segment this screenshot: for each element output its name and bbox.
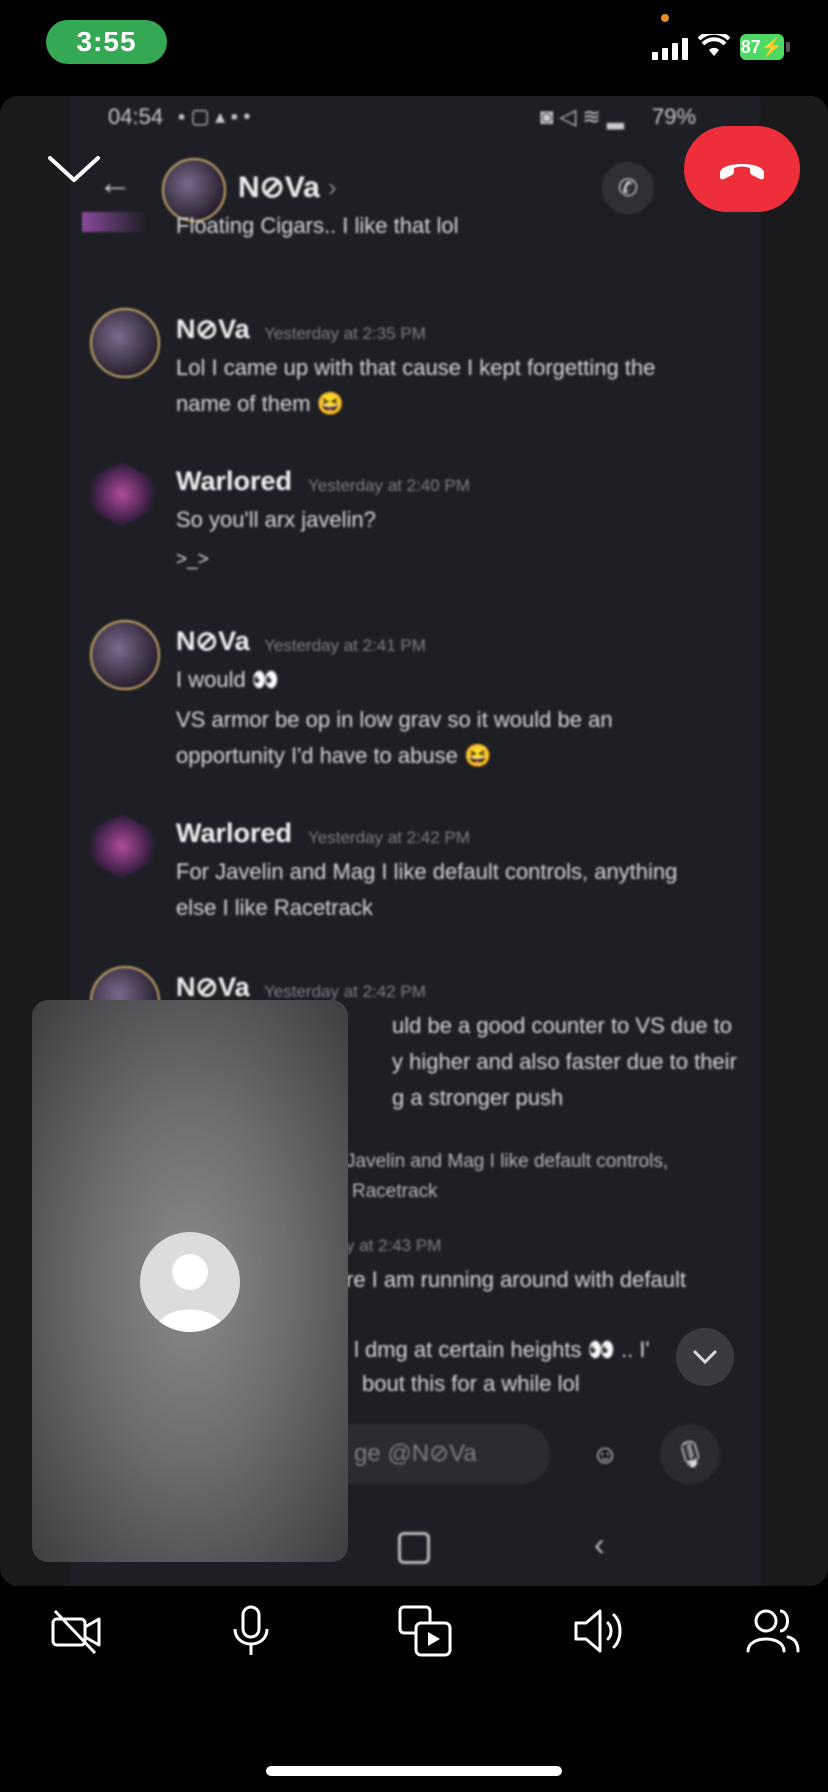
message-avatar[interactable]: [90, 462, 154, 526]
message-timestamp: Yesterday at 2:40 PM: [308, 476, 470, 495]
wifi-icon: [698, 34, 730, 56]
message-line: For Javelin and Mag I like default contr…: [176, 859, 678, 884]
voice-call-icon[interactable]: ✆: [602, 162, 654, 214]
microphone-icon[interactable]: 🎙: [660, 1424, 720, 1484]
message-line: g a stronger push: [392, 1085, 564, 1110]
chevron-down-icon: [693, 1350, 717, 1365]
camera-off-button[interactable]: [42, 1596, 112, 1666]
home-indicator[interactable]: [266, 1766, 562, 1776]
emoji-icon[interactable]: ☺: [575, 1424, 635, 1484]
participants-button[interactable]: [738, 1596, 808, 1666]
message-line: name of them 😆: [176, 391, 345, 416]
message-timestamp: y at 2:43 PM: [346, 1236, 442, 1255]
nav-home-icon[interactable]: [398, 1532, 430, 1564]
message-line: >_>: [176, 549, 209, 570]
battery-tip: [786, 42, 790, 52]
message-line: VS armor be op in low grav so it would b…: [176, 707, 613, 732]
message-avatar[interactable]: [90, 620, 160, 690]
cellular-signal-icon: [652, 38, 688, 60]
self-view-tile[interactable]: [32, 1000, 348, 1562]
message-input-placeholder: ge @N⊘Va: [354, 1440, 477, 1467]
reply-line: Racetrack: [352, 1181, 438, 1202]
person-silhouette-icon: [156, 1254, 224, 1332]
phone-status-icons: ◙ ◁ ≋ ▂: [540, 104, 624, 129]
message-line: opportunity I'd have to abuse 😆: [176, 743, 492, 768]
status-time-text: 3:55: [76, 26, 137, 57]
speaker-icon: [574, 1609, 622, 1653]
message-line: So you'll arx javelin?: [176, 507, 376, 532]
battery-level: 87: [740, 36, 761, 57]
call-toolbar: [0, 1596, 828, 1672]
prev-avatar-fragment: [82, 212, 146, 232]
message-line: else I like Racetrack: [176, 895, 373, 920]
screen-right-margin: [760, 96, 828, 1586]
camera-off-icon: [51, 1609, 101, 1655]
message-avatar[interactable]: [90, 814, 154, 878]
phone-battery: 79%: [652, 104, 697, 129]
nav-back-icon[interactable]: ‹: [594, 1526, 605, 1563]
message-line: bout this for a while lol: [362, 1371, 580, 1396]
hang-up-icon: [720, 164, 764, 180]
phone-notification-icons: ▪ ▢ ▴ ▪ •: [178, 106, 251, 128]
message-timestamp: Yesterday at 2:41 PM: [264, 636, 426, 655]
speaker-button[interactable]: [564, 1596, 634, 1666]
status-time: 3:55: [46, 20, 167, 64]
microphone-icon: [233, 1605, 269, 1655]
message-username[interactable]: N⊘Va: [176, 314, 250, 345]
message-username[interactable]: Warlored: [176, 818, 292, 849]
end-call-button[interactable]: [684, 126, 800, 212]
chat-header-name[interactable]: N⊘Va: [238, 170, 320, 205]
default-avatar: [140, 1232, 240, 1332]
message-timestamp: Yesterday at 2:42 PM: [308, 828, 470, 847]
mic-in-use-indicator: [661, 14, 669, 22]
microphone-button[interactable]: [216, 1596, 286, 1666]
message-text: Floating Cigars.. I like that lol: [176, 213, 459, 238]
screen-share-icon: [398, 1605, 452, 1657]
message-timestamp: Yesterday at 2:42 PM: [264, 982, 426, 1001]
message-line: y higher and also faster due to their: [392, 1049, 737, 1074]
participants-icon: [746, 1609, 800, 1653]
message-username[interactable]: N⊘Va: [176, 626, 250, 657]
message-username[interactable]: N⊘Va: [176, 972, 250, 1003]
message-username[interactable]: Warlored: [176, 466, 292, 497]
screen-share-button[interactable]: [390, 1596, 460, 1666]
collapse-chevron-icon[interactable]: [44, 150, 104, 190]
phone-status-time: 04:54: [108, 104, 164, 129]
message-line: I would 👀: [176, 667, 280, 692]
message-line: re I am running around with default: [346, 1267, 686, 1292]
message-line: Lol I came up with that cause I kept for…: [176, 355, 656, 380]
scroll-down-button[interactable]: [676, 1328, 734, 1386]
battery-indicator: 87 ⚡: [740, 34, 784, 60]
message-line: l dmg at certain heights 👀 .. I': [354, 1337, 650, 1362]
message-avatar[interactable]: [90, 308, 160, 378]
message-line: uld be a good counter to VS due to: [392, 1013, 733, 1038]
message-timestamp: Yesterday at 2:35 PM: [264, 324, 426, 343]
chat-header-chevron-icon: ›: [328, 172, 337, 202]
